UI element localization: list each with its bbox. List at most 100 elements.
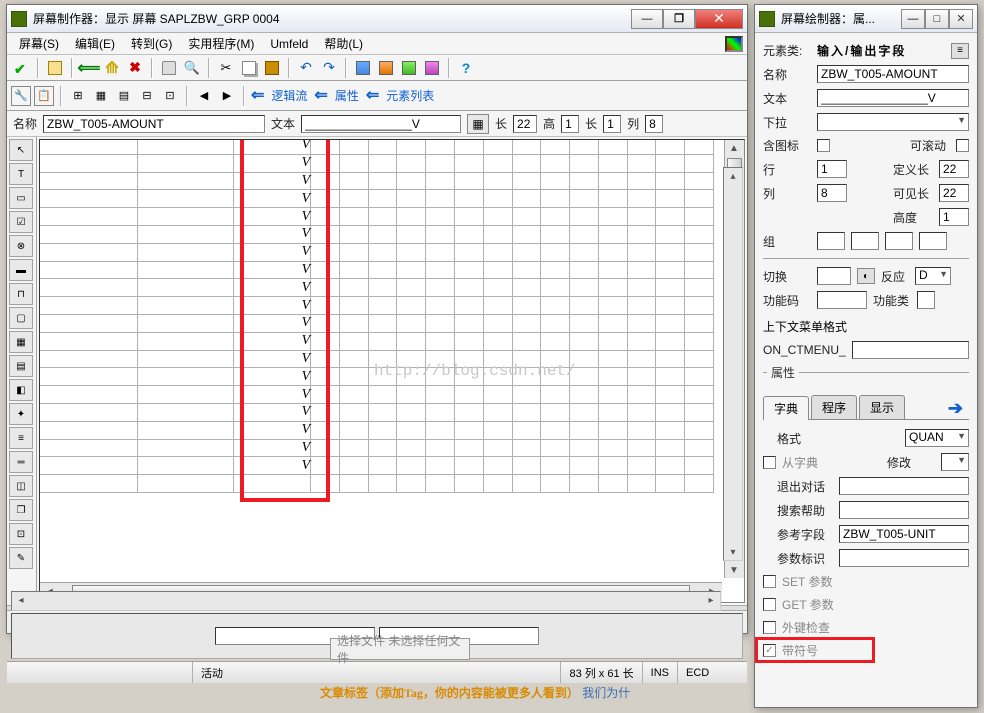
- menu-help[interactable]: 帮助(L): [316, 33, 371, 54]
- paste-button[interactable]: [262, 58, 282, 78]
- outer-v-scrollbar[interactable]: ▴▾: [723, 167, 743, 561]
- drop-combo[interactable]: [817, 113, 969, 131]
- pal-16[interactable]: ❐: [9, 499, 33, 521]
- find-button[interactable]: 🔍: [182, 58, 202, 78]
- close-button[interactable]: ✕: [949, 9, 973, 29]
- tab-disp[interactable]: 显示: [859, 395, 905, 419]
- back-button[interactable]: ⟸: [79, 58, 99, 78]
- tool-1[interactable]: 🔧: [11, 86, 31, 106]
- param-input[interactable]: [839, 549, 969, 567]
- cut-button[interactable]: ✂: [216, 58, 236, 78]
- pal-status[interactable]: ≡: [9, 427, 33, 449]
- check-button[interactable]: ✔: [11, 58, 31, 78]
- exit-input[interactable]: [839, 477, 969, 495]
- react-combo[interactable]: D: [915, 267, 951, 285]
- pal-17[interactable]: ⊡: [9, 523, 33, 545]
- pal-icon[interactable]: ✦: [9, 403, 33, 425]
- tool-5[interactable]: ▤: [114, 86, 134, 106]
- pal-text[interactable]: T: [9, 163, 33, 185]
- minimize-button[interactable]: —: [631, 9, 663, 29]
- tool-3[interactable]: ⊞: [68, 86, 88, 106]
- pal-pointer[interactable]: ↖: [9, 139, 33, 161]
- height-input[interactable]: [939, 208, 969, 226]
- nav-prev[interactable]: ◀: [194, 86, 214, 106]
- design-grid[interactable]: VVVVVVVVVVVVVVVVVVV: [40, 140, 714, 493]
- tool-4[interactable]: ▦: [91, 86, 111, 106]
- switch-input[interactable]: [817, 267, 851, 285]
- ctx-input[interactable]: [852, 341, 969, 359]
- ftype-input[interactable]: [917, 291, 935, 309]
- prop-titlebar[interactable]: 屏幕绘制器：属... — □ ✕: [755, 5, 977, 33]
- nav-next[interactable]: ▶: [217, 86, 237, 106]
- pal-tab[interactable]: ⊓: [9, 283, 33, 305]
- menu-umfeld[interactable]: Umfeld: [262, 35, 316, 53]
- mod-combo[interactable]: [941, 453, 969, 471]
- pal-subsrc[interactable]: ▦: [9, 331, 33, 353]
- pal-check[interactable]: ☑: [9, 211, 33, 233]
- color-swatch-icon[interactable]: [725, 36, 743, 52]
- elem-list-label[interactable]: 元素列表: [382, 87, 438, 104]
- copy-button[interactable]: [239, 58, 259, 78]
- file-select-button[interactable]: 选择文件 未选择任何文件: [330, 638, 470, 660]
- maximize-button[interactable]: ❐: [663, 9, 695, 29]
- pname-input[interactable]: [817, 65, 969, 83]
- logic-flow-label[interactable]: 逻辑流: [267, 87, 311, 104]
- class-helper-button[interactable]: ≡: [951, 43, 969, 59]
- layout4-button[interactable]: [422, 58, 442, 78]
- close-button[interactable]: ✕: [695, 9, 743, 29]
- fmt-combo[interactable]: QUAN: [905, 429, 969, 447]
- group-input-1[interactable]: [817, 232, 845, 250]
- ref-input[interactable]: [839, 525, 969, 543]
- icon-check[interactable]: [817, 139, 830, 152]
- pal-button[interactable]: ▬: [9, 259, 33, 281]
- main-titlebar[interactable]: 屏幕制作器：显示 屏幕 SAPLZBW_GRP 0004 — ❐ ✕: [7, 5, 747, 33]
- tab-more-arrow[interactable]: ➔: [942, 398, 969, 419]
- canvas[interactable]: VVVVVVVVVVVVVVVVVVV ▲▼ ◀▶: [39, 139, 745, 603]
- pal-table[interactable]: ▤: [9, 355, 33, 377]
- attr-label[interactable]: 属性: [331, 87, 363, 104]
- group-input-4[interactable]: [919, 232, 947, 250]
- grid-button[interactable]: ▦: [467, 114, 489, 134]
- print-button[interactable]: [159, 58, 179, 78]
- len2-input[interactable]: [603, 115, 621, 133]
- menu-edit[interactable]: 编辑(E): [67, 33, 123, 54]
- pal-input[interactable]: ▭: [9, 187, 33, 209]
- layout1-button[interactable]: [353, 58, 373, 78]
- pal-box[interactable]: ▢: [9, 307, 33, 329]
- pal-radio[interactable]: ⊗: [9, 235, 33, 257]
- menu-util[interactable]: 实用程序(M): [180, 33, 262, 54]
- ptext-input[interactable]: [817, 89, 969, 107]
- pal-14[interactable]: ═: [9, 451, 33, 473]
- undo-button[interactable]: ↶: [296, 58, 316, 78]
- col-input[interactable]: [645, 115, 663, 133]
- pal-18[interactable]: ✎: [9, 547, 33, 569]
- tab-prog[interactable]: 程序: [811, 395, 857, 419]
- name-input[interactable]: [43, 115, 265, 133]
- redo-button[interactable]: ↷: [319, 58, 339, 78]
- len-input[interactable]: [513, 115, 537, 133]
- save-button[interactable]: [45, 58, 65, 78]
- text-input[interactable]: [301, 115, 461, 133]
- tool-6[interactable]: ⊟: [137, 86, 157, 106]
- group-input-3[interactable]: [885, 232, 913, 250]
- tool-2[interactable]: 📋: [34, 86, 54, 106]
- scroll-check[interactable]: [956, 139, 969, 152]
- article-tag-link[interactable]: 我们为什: [582, 686, 630, 700]
- tab-dict[interactable]: 字典: [763, 396, 809, 420]
- pal-15[interactable]: ◫: [9, 475, 33, 497]
- deflen-input[interactable]: [939, 160, 969, 178]
- menu-goto[interactable]: 转到(G): [123, 33, 180, 54]
- fcode-input[interactable]: [817, 291, 867, 309]
- switch-helper[interactable]: ◐: [857, 268, 875, 284]
- pcol-input[interactable]: [817, 184, 847, 202]
- minimize-button[interactable]: —: [901, 9, 925, 29]
- exit-button[interactable]: ⟰: [102, 58, 122, 78]
- outer-h-scrollbar[interactable]: ◂▸: [11, 591, 721, 611]
- layout2-button[interactable]: [376, 58, 396, 78]
- help-button[interactable]: ?: [456, 58, 476, 78]
- layout3-button[interactable]: [399, 58, 419, 78]
- h-input[interactable]: [561, 115, 579, 133]
- row-input[interactable]: [817, 160, 847, 178]
- maximize-button[interactable]: □: [925, 9, 949, 29]
- group-input-2[interactable]: [851, 232, 879, 250]
